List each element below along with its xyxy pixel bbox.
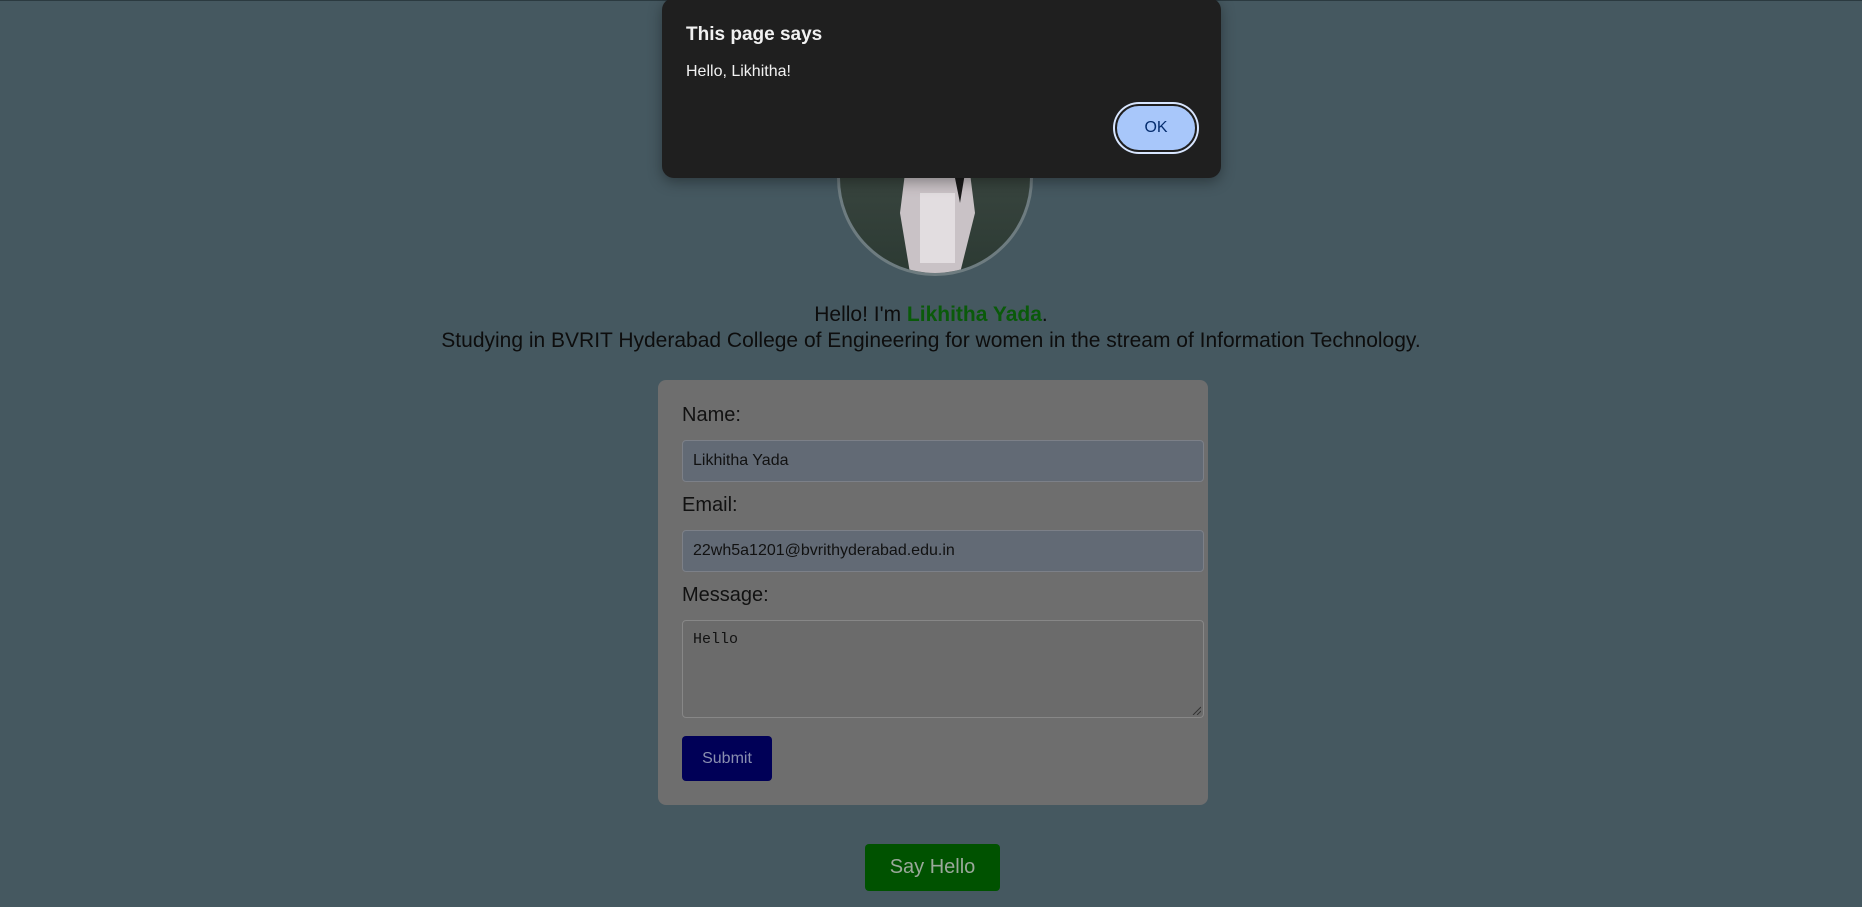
submit-button[interactable]: Submit <box>682 736 772 781</box>
dialog-message: Hello, Likhitha! <box>686 63 791 80</box>
ok-button[interactable]: OK <box>1115 104 1197 152</box>
contact-form: Name: Likhitha Yada Email: 22wh5a1201@bv… <box>658 380 1208 805</box>
resize-handle-icon[interactable] <box>1191 705 1201 715</box>
message-label: Message: <box>682 584 769 606</box>
greeting-line: Hello! I'm Likhitha Yada. <box>0 302 1862 328</box>
description-line: Studying in BVRIT Hyderabad College of E… <box>441 329 1421 352</box>
greeting-prefix: Hello! I'm <box>814 303 907 326</box>
say-hello-button[interactable]: Say Hello <box>865 844 1000 891</box>
email-input[interactable]: 22wh5a1201@bvrithyderabad.edu.in <box>682 530 1204 572</box>
message-text: Hello <box>693 631 739 648</box>
dialog-title: This page says <box>686 24 823 45</box>
message-textarea[interactable]: Hello <box>682 620 1204 718</box>
alert-dialog: This page says Hello, Likhitha! OK <box>662 0 1221 178</box>
name-label: Name: <box>682 404 741 426</box>
intro-text: Hello! I'm Likhitha Yada. Studying in BV… <box>0 302 1862 354</box>
greeting-suffix: . <box>1041 303 1048 326</box>
highlighted-name: Likhitha Yada <box>906 303 1042 326</box>
email-label: Email: <box>682 494 738 516</box>
name-input[interactable]: Likhitha Yada <box>682 440 1204 482</box>
